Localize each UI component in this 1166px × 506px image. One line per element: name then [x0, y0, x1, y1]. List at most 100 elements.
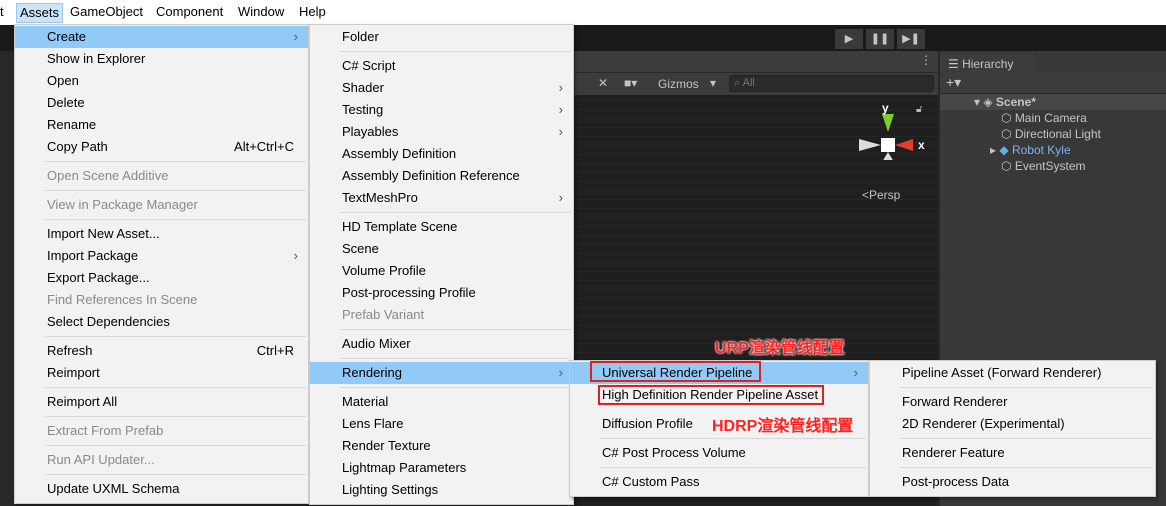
- menu-item-label: Run API Updater...: [47, 452, 155, 467]
- menu-help[interactable]: Help: [299, 4, 326, 19]
- menu-item-folder[interactable]: Folder: [310, 26, 573, 48]
- neg-x-cone[interactable]: [859, 139, 881, 151]
- menu-item-label: Post-processing Profile: [342, 285, 476, 300]
- menu-item-extract-from-prefab[interactable]: Extract From Prefab: [15, 420, 308, 442]
- menu-item-run-api-updater[interactable]: Run API Updater...: [15, 449, 308, 471]
- menu-item-lightmap-parameters[interactable]: Lightmap Parameters: [310, 457, 573, 479]
- menu-item-textmeshpro[interactable]: TextMeshPro ›: [310, 187, 573, 209]
- menu-item-assembly-definition-reference[interactable]: Assembly Definition Reference: [310, 165, 573, 187]
- tools-icon[interactable]: ✕: [598, 76, 608, 90]
- menu-item-pipeline-asset-forward-renderer[interactable]: Pipeline Asset (Forward Renderer): [870, 362, 1155, 384]
- hierarchy-item-label: Directional Light: [1014, 127, 1101, 141]
- menu-item-renderer-feature[interactable]: Renderer Feature: [870, 442, 1155, 464]
- menu-item-export-package[interactable]: Export Package...: [15, 267, 308, 289]
- menu-item-label: C# Custom Pass: [602, 474, 700, 489]
- menu-item-reimport[interactable]: Reimport: [15, 362, 308, 384]
- persp-label[interactable]: <Persp: [862, 188, 900, 202]
- menu-item-render-texture[interactable]: Render Texture: [310, 435, 573, 457]
- menu-item-c-post-process-volume[interactable]: C# Post Process Volume: [570, 442, 868, 464]
- neg-y-cone[interactable]: [882, 152, 894, 160]
- chevron-right-icon: ›: [558, 102, 563, 117]
- menu-item-label: C# Script: [342, 58, 396, 73]
- more-icon[interactable]: ⋮: [920, 53, 932, 67]
- menu-item-shader[interactable]: Shader ›: [310, 77, 573, 99]
- menu-item-testing[interactable]: Testing ›: [310, 99, 573, 121]
- menu-item-find-references-in-scene[interactable]: Find References In Scene: [15, 289, 308, 311]
- menu-separator: [870, 384, 1155, 391]
- menu-item-update-uxml-schema[interactable]: Update UXML Schema: [15, 478, 308, 500]
- menu-item-lighting-settings[interactable]: Lighting Settings: [310, 479, 573, 501]
- menu-item-material[interactable]: Material: [310, 391, 573, 413]
- menu-separator: [15, 471, 308, 478]
- chevron-right-icon: ›: [558, 80, 563, 95]
- menu-item-refresh[interactable]: Refresh Ctrl+R: [15, 340, 308, 362]
- gameobject-icon: ⬡: [1001, 159, 1015, 173]
- menu-assets[interactable]: Assets: [16, 3, 64, 23]
- menu-item-assembly-definition[interactable]: Assembly Definition: [310, 143, 573, 165]
- menu-item-playables[interactable]: Playables ›: [310, 121, 573, 143]
- menu-separator: [15, 413, 308, 420]
- prefab-icon: ▸ ◆: [990, 143, 1009, 157]
- menu-separator: [570, 464, 868, 471]
- menu-item-scene[interactable]: Scene: [310, 238, 573, 260]
- menu-item-create[interactable]: Create ›: [15, 26, 308, 48]
- scene-search-input[interactable]: ⌕ All: [729, 75, 934, 92]
- pause-button[interactable]: ❚❚: [866, 29, 894, 49]
- menu-item-forward-renderer[interactable]: Forward Renderer: [870, 391, 1155, 413]
- hierarchy-item[interactable]: ⬡ Main Camera: [940, 110, 1166, 126]
- menu-item-rendering[interactable]: Rendering ›: [310, 362, 573, 384]
- menu-item-import-new-asset[interactable]: Import New Asset...: [15, 223, 308, 245]
- urp-submenu: Pipeline Asset (Forward Renderer) Forward…: [869, 360, 1156, 497]
- menu-item-lens-flare[interactable]: Lens Flare: [310, 413, 573, 435]
- menu-item-label: Rename: [47, 117, 97, 132]
- menu-item-label: Material: [342, 394, 389, 409]
- menu-item-volume-profile[interactable]: Volume Profile: [310, 260, 573, 282]
- hierarchy-item[interactable]: ▸ ◆ Robot Kyle: [940, 142, 1166, 158]
- menu-item-label: Create: [47, 29, 87, 44]
- menu-t[interactable]: t: [0, 4, 4, 19]
- menu-item-view-in-package-manager[interactable]: View in Package Manager: [15, 194, 308, 216]
- add-button[interactable]: +▾: [946, 74, 961, 91]
- menu-window[interactable]: Window: [238, 4, 284, 19]
- menu-item-select-dependencies[interactable]: Select Dependencies: [15, 311, 308, 333]
- menu-item-post-process-data[interactable]: Post-process Data: [870, 471, 1155, 493]
- menu-item-reimport-all[interactable]: Reimport All: [15, 391, 308, 413]
- menu-item-audio-mixer[interactable]: Audio Mixer: [310, 333, 573, 355]
- play-button[interactable]: ▶: [835, 29, 863, 49]
- menu-separator: [310, 48, 573, 55]
- chevron-right-icon: ›: [558, 190, 563, 205]
- center-cube[interactable]: [881, 138, 895, 152]
- hierarchy-scene-row[interactable]: ▾ ◈ Scene*: [940, 94, 1166, 110]
- menu-item-prefab-variant[interactable]: Prefab Variant: [310, 304, 573, 326]
- gizmos-dropdown[interactable]: Gizmos: [658, 77, 699, 91]
- menu-item-show-in-explorer[interactable]: Show in Explorer: [15, 48, 308, 70]
- menu-item-open-scene-additive[interactable]: Open Scene Additive: [15, 165, 308, 187]
- x-axis-cone[interactable]: [895, 139, 913, 151]
- camera-icon[interactable]: ■▾: [624, 76, 637, 90]
- menu-item-copy-path[interactable]: Copy Path Alt+Ctrl+C: [15, 136, 308, 158]
- menu-gameobject[interactable]: GameObject: [70, 4, 143, 19]
- menu-item-c-script[interactable]: C# Script: [310, 55, 573, 77]
- hierarchy-item[interactable]: ⬡ Directional Light: [940, 126, 1166, 142]
- tab-hierarchy[interactable]: ☰ Hierarchy: [940, 53, 1035, 73]
- x-axis-label: x: [918, 138, 925, 152]
- step-button[interactable]: ▶❚: [897, 29, 925, 49]
- menu-item-label: Forward Renderer: [902, 394, 1008, 409]
- menu-item-label: Delete: [47, 95, 85, 110]
- menu-item-hd-template-scene[interactable]: HD Template Scene: [310, 216, 573, 238]
- hierarchy-item[interactable]: ⬡ EventSystem: [940, 158, 1166, 174]
- y-axis-cone[interactable]: [882, 114, 894, 132]
- menu-item-label: Scene: [342, 241, 379, 256]
- menu-item-2d-renderer-experimental[interactable]: 2D Renderer (Experimental): [870, 413, 1155, 435]
- menu-item-open[interactable]: Open: [15, 70, 308, 92]
- menu-item-delete[interactable]: Delete: [15, 92, 308, 114]
- menu-item-import-package[interactable]: Import Package ›: [15, 245, 308, 267]
- menu-item-rename[interactable]: Rename: [15, 114, 308, 136]
- chevron-down-icon[interactable]: ▾: [710, 76, 716, 90]
- urp-highlight-box: [590, 361, 761, 382]
- menu-item-post-processing-profile[interactable]: Post-processing Profile: [310, 282, 573, 304]
- menu-item-label: TextMeshPro: [342, 190, 418, 205]
- lock-icon[interactable]: 🔓︎: [916, 104, 922, 115]
- menu-item-c-custom-pass[interactable]: C# Custom Pass: [570, 471, 868, 493]
- menu-component[interactable]: Component: [156, 4, 223, 19]
